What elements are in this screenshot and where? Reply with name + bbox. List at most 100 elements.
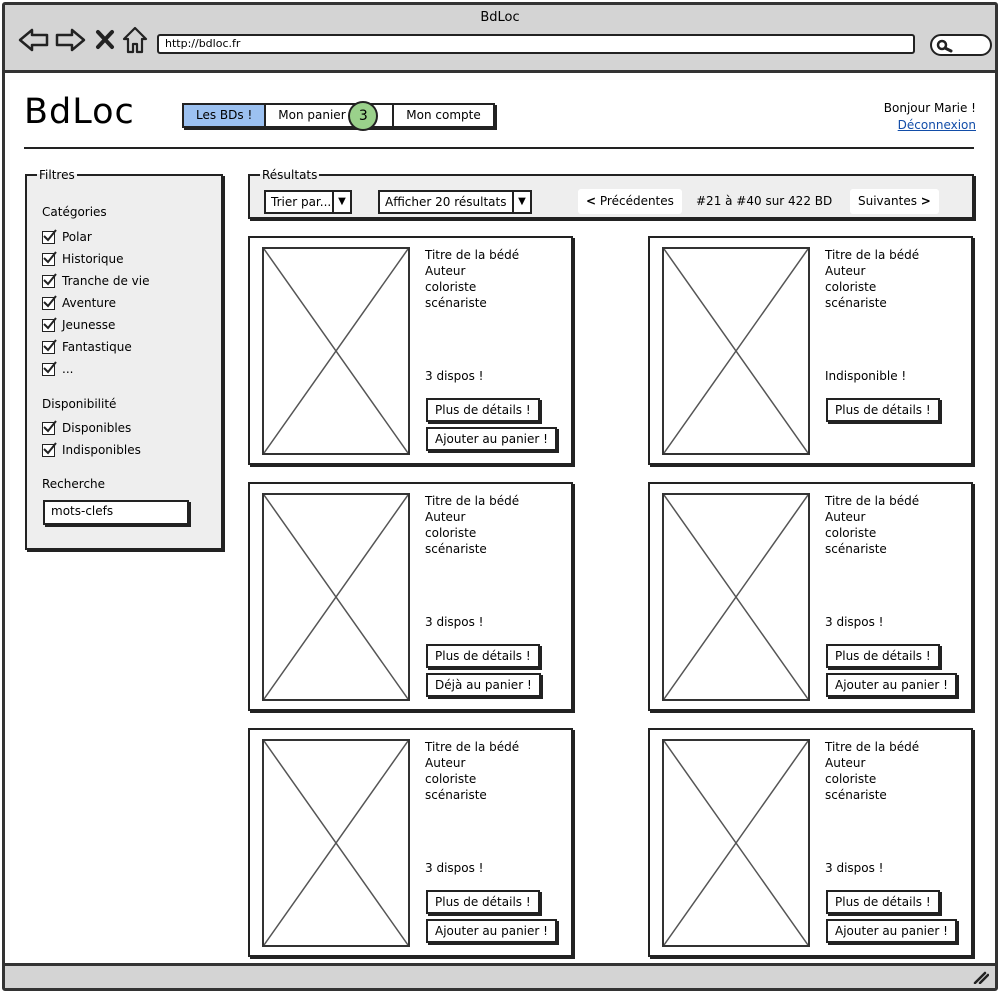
comic-author: Auteur xyxy=(425,264,466,278)
category-checkbox-row[interactable]: Fantastique xyxy=(42,338,132,354)
status-bar xyxy=(5,963,995,988)
add-to-cart-button[interactable]: Ajouter au panier ! xyxy=(826,673,957,697)
results-legend: Résultats xyxy=(262,168,318,182)
availability-status: 3 dispos ! xyxy=(425,615,484,629)
checkbox[interactable] xyxy=(42,316,57,332)
comic-title: Titre de la bédé xyxy=(825,740,920,754)
availability-checkbox-row[interactable]: Indisponibles xyxy=(42,441,141,457)
checkbox-label: ... xyxy=(62,362,74,376)
user-greeting-block: Bonjour Marie ! Déconnexion xyxy=(884,101,976,132)
comic-cover[interactable] xyxy=(262,247,410,455)
comic-info: Titre de la bédé Auteur coloriste scénarist… xyxy=(425,247,519,311)
comic-title: Titre de la bédé xyxy=(825,494,920,508)
chevron-left-icon: < xyxy=(586,194,597,208)
previous-page-button[interactable]: < Précédentes xyxy=(578,189,682,214)
category-checkbox-row[interactable]: ... xyxy=(42,360,74,376)
details-button[interactable]: Plus de détails ! xyxy=(426,398,540,422)
tab-mon-compte[interactable]: Mon compte xyxy=(394,105,492,126)
add-to-cart-button[interactable]: Ajouter au panier ! xyxy=(426,919,557,943)
checkbox[interactable] xyxy=(42,250,57,266)
url-input[interactable]: http://bdloc.fr xyxy=(157,34,915,54)
checkbox[interactable] xyxy=(42,272,57,288)
category-checkbox-row[interactable]: Historique xyxy=(42,250,124,266)
next-page-button[interactable]: Suivantes > xyxy=(850,189,939,214)
checkmark-icon xyxy=(43,316,57,329)
tab-les-bds[interactable]: Les BDs ! xyxy=(184,105,267,126)
comic-card: Titre de la bédé Auteur coloriste scénarist… xyxy=(648,482,973,711)
cover-image-placeholder xyxy=(263,740,409,946)
comic-author: Auteur xyxy=(425,510,466,524)
comic-info: Titre de la bédé Auteur coloriste scénarist… xyxy=(825,739,919,803)
comic-info: Titre de la bédé Auteur coloriste scénarist… xyxy=(825,247,919,311)
comic-writer: scénariste xyxy=(425,296,487,310)
checkbox[interactable] xyxy=(42,441,57,457)
category-checkbox-row[interactable]: Aventure xyxy=(42,294,116,310)
cover-image-placeholder xyxy=(263,248,409,454)
comic-author: Auteur xyxy=(825,756,866,770)
checkbox[interactable] xyxy=(42,338,57,354)
add-to-cart-button[interactable]: Ajouter au panier ! xyxy=(426,427,557,451)
results-toolbar: Résultats Trier par... ▼ Afficher 20 rés… xyxy=(248,168,974,219)
checkbox[interactable] xyxy=(42,419,57,435)
add-to-cart-button[interactable]: Déjà au panier ! xyxy=(426,673,541,697)
keywords-input[interactable]: mots-clefs xyxy=(43,500,189,525)
close-icon[interactable] xyxy=(94,27,116,53)
checkmark-icon xyxy=(43,360,57,373)
comic-writer: scénariste xyxy=(425,542,487,556)
availability-status: 3 dispos ! xyxy=(425,369,484,383)
per-page-select[interactable]: Afficher 20 résultats ▼ xyxy=(378,190,532,214)
comic-cover[interactable] xyxy=(662,247,810,455)
comic-info: Titre de la bédé Auteur coloriste scénarist… xyxy=(825,493,919,557)
greeting-text: Bonjour Marie ! xyxy=(883,101,976,115)
forward-arrow-icon[interactable] xyxy=(54,27,86,53)
category-checkbox-row[interactable]: Tranche de vie xyxy=(42,272,150,288)
checkbox-label: Jeunesse xyxy=(62,318,116,332)
add-to-cart-button[interactable]: Ajouter au panier ! xyxy=(826,919,957,943)
details-button[interactable]: Plus de détails ! xyxy=(426,890,540,914)
comic-title: Titre de la bédé xyxy=(825,248,920,262)
category-checkbox-row[interactable]: Polar xyxy=(42,228,92,244)
availability-status: 3 dispos ! xyxy=(425,861,484,875)
comic-card: Titre de la bédé Auteur coloriste scénarist… xyxy=(248,236,573,465)
categories-heading: Catégories xyxy=(42,205,107,219)
checkbox-label: Disponibles xyxy=(62,421,132,435)
filters-panel: Filtres Catégories Polar Historique Tranch… xyxy=(25,168,223,550)
comic-colorist: coloriste xyxy=(425,772,477,786)
comic-title: Titre de la bédé xyxy=(425,494,520,508)
comic-card: Titre de la bédé Auteur coloriste scénarist… xyxy=(248,482,573,711)
details-button[interactable]: Plus de détails ! xyxy=(826,398,940,422)
main-nav: Les BDs ! Mon panier 3 Mon compte xyxy=(182,101,495,131)
checkbox-label: Aventure xyxy=(62,296,116,310)
next-page-label: Suivantes xyxy=(858,194,917,208)
checkbox-label: Polar xyxy=(62,230,92,244)
chevron-down-icon: ▼ xyxy=(332,192,350,212)
per-page-select-value: Afficher 20 résultats xyxy=(385,195,507,209)
tab-mon-panier[interactable]: Mon panier 3 xyxy=(266,101,395,131)
pagination-info: #21 à #40 sur 422 BD xyxy=(696,194,833,208)
checkmark-icon xyxy=(43,338,57,351)
details-button[interactable]: Plus de détails ! xyxy=(826,644,940,668)
availability-checkbox-row[interactable]: Disponibles xyxy=(42,419,132,435)
window-title: BdLoc xyxy=(480,10,520,25)
back-arrow-icon[interactable] xyxy=(18,27,50,53)
logout-link[interactable]: Déconnexion xyxy=(884,118,976,132)
browser-search-input[interactable] xyxy=(930,34,992,56)
checkbox[interactable] xyxy=(42,294,57,310)
resize-grip-icon[interactable] xyxy=(973,970,989,984)
home-icon[interactable] xyxy=(121,25,149,55)
comic-title: Titre de la bédé xyxy=(425,248,520,262)
category-checkbox-row[interactable]: Jeunesse xyxy=(42,316,116,332)
checkbox[interactable] xyxy=(42,360,57,376)
comic-colorist: coloriste xyxy=(825,526,877,540)
comic-cover[interactable] xyxy=(262,739,410,947)
comic-cover[interactable] xyxy=(262,493,410,701)
comic-author: Auteur xyxy=(425,756,466,770)
details-button[interactable]: Plus de détails ! xyxy=(826,890,940,914)
comic-cover[interactable] xyxy=(662,493,810,701)
details-button[interactable]: Plus de détails ! xyxy=(426,644,540,668)
search-heading: Recherche xyxy=(42,477,106,491)
sort-select[interactable]: Trier par... ▼ xyxy=(264,190,352,214)
comic-cover[interactable] xyxy=(662,739,810,947)
checkbox[interactable] xyxy=(42,228,57,244)
browser-chrome: BdLoc http://bdloc.fr xyxy=(5,5,995,73)
